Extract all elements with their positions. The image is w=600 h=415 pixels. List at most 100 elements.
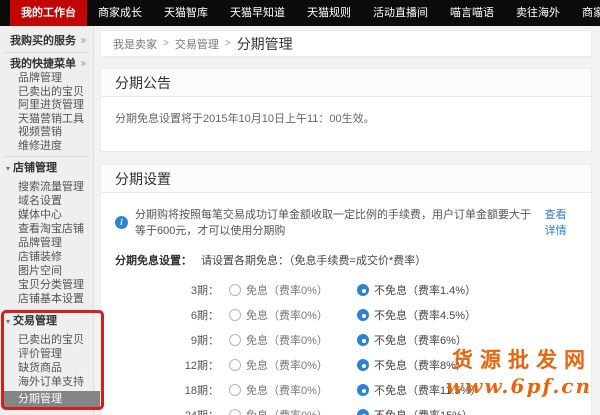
divider — [4, 52, 89, 53]
radio-label: 不免息（费率15%） — [374, 407, 473, 415]
nav-item-sell-overseas[interactable]: 卖往海外 — [505, 0, 571, 26]
paid-option[interactable]: 不免息（费率8%） — [357, 357, 467, 373]
breadcrumb-separator: > — [225, 38, 231, 49]
sidebar-item-tmall-marketing[interactable]: 天猫营销工具 — [0, 113, 93, 127]
sidebar-item-brand-mgmt-2[interactable]: 品牌管理 — [0, 236, 93, 250]
sidebar-item-brand-mgmt[interactable]: 品牌管理 — [0, 72, 93, 86]
chevron-right-icon: » — [80, 56, 86, 72]
sidebar-item-item-category[interactable]: 宝贝分类管理 — [0, 278, 93, 292]
period-label: 3期： — [115, 282, 219, 298]
info-icon: i — [115, 216, 128, 229]
breadcrumb-root[interactable]: 我是卖家 — [113, 36, 157, 52]
announcement-body: 分期免息设置将于2015年10月10日上午11：00生效。 — [115, 113, 375, 125]
radio-unchecked-icon[interactable] — [229, 284, 241, 296]
sidebar-item-installment-mgmt[interactable]: 分期管理 — [3, 391, 100, 407]
installment-setting-label: 分期免息设置： — [115, 255, 192, 267]
nav-item-tmall-rules[interactable]: 天猫规则 — [296, 0, 362, 26]
sidebar-section-label: 店铺管理 — [13, 162, 57, 174]
radio-checked-icon[interactable] — [357, 384, 369, 396]
period-label: 6期： — [115, 307, 219, 323]
sidebar-item-sold-items-2[interactable]: 已卖出的宝贝 — [0, 333, 93, 347]
installment-setting-hint: 请设置各期免息：（免息手续费=成交价*费率） — [201, 255, 426, 267]
sidebar-item-video-marketing[interactable]: 视频营销 — [0, 126, 93, 140]
radio-label: 免息（费率0%） — [246, 407, 328, 415]
radio-unchecked-icon[interactable] — [229, 359, 241, 371]
sidebar-item-ali-purchase[interactable]: 阿里进货管理 — [0, 99, 93, 113]
divider — [4, 309, 89, 310]
nav-item-live-room[interactable]: 活动直播间 — [362, 0, 439, 26]
radio-label: 不免息（费率11.5%） — [374, 382, 481, 398]
sidebar-section-label: 交易管理 — [13, 315, 57, 327]
divider — [4, 156, 89, 157]
free-option[interactable]: 免息（费率0%） — [229, 282, 347, 298]
radio-unchecked-icon[interactable] — [229, 409, 241, 415]
view-details-link[interactable]: 查看详情 — [545, 206, 577, 238]
radio-unchecked-icon[interactable] — [229, 309, 241, 321]
paid-option[interactable]: 不免息（费率4.5%） — [357, 307, 476, 323]
paid-option[interactable]: 不免息（费率15%） — [357, 407, 473, 415]
period-label: 24期： — [115, 407, 219, 415]
sidebar: 我购买的服务 » 我的快捷菜单 » 品牌管理 已卖出的宝贝 阿里进货管理 天猫营… — [0, 26, 94, 415]
form-label-row: 分期免息设置： 请设置各期免息：（免息手续费=成交价*费率） — [115, 252, 577, 268]
installment-row-3: 3期： 免息（费率0%） 不免息（费率1.4%） — [115, 277, 577, 302]
radio-checked-icon[interactable] — [357, 359, 369, 371]
radio-unchecked-icon[interactable] — [229, 334, 241, 346]
sidebar-item-shop-decoration[interactable]: 店铺装修 — [0, 250, 93, 264]
sidebar-item-shop-basic-settings[interactable]: 店铺基本设置 — [0, 292, 93, 306]
sidebar-section-shop-mgmt[interactable]: ▾店铺管理 — [0, 160, 93, 176]
radio-unchecked-icon[interactable] — [229, 384, 241, 396]
paid-option[interactable]: 不免息（费率1.4%） — [357, 282, 476, 298]
nav-item-tmall-thinktank[interactable]: 天猫智库 — [153, 0, 219, 26]
settings-title: 分期设置 — [101, 165, 591, 193]
announcement-title: 分期公告 — [101, 69, 591, 97]
radio-label: 不免息（费率1.4%） — [374, 282, 476, 298]
paid-option[interactable]: 不免息（费率11.5%） — [357, 382, 481, 398]
radio-checked-icon[interactable] — [357, 409, 369, 415]
breadcrumb: 我是卖家 > 交易管理 > 分期管理 — [100, 30, 592, 57]
free-option[interactable]: 免息（费率0%） — [229, 407, 347, 415]
radio-label: 免息（费率0%） — [246, 332, 328, 348]
sidebar-item-media-center[interactable]: 媒体中心 — [0, 208, 93, 222]
sidebar-item-overseas-orders[interactable]: 海外订单支持 — [0, 375, 93, 389]
sidebar-item-out-of-stock[interactable]: 缺货商品 — [0, 361, 93, 375]
free-option[interactable]: 免息（费率0%） — [229, 332, 347, 348]
installment-row-6: 6期： 免息（费率0%） 不免息（费率4.5%） — [115, 302, 577, 327]
radio-label: 免息（费率0%） — [246, 357, 328, 373]
chevron-right-icon: » — [80, 33, 86, 49]
radio-label: 免息（费率0%） — [246, 282, 328, 298]
nav-item-tmall-early-news[interactable]: 天猫早知道 — [219, 0, 296, 26]
sidebar-item-search-traffic[interactable]: 搜索流量管理 — [0, 180, 93, 194]
sidebar-item-purchased-services[interactable]: 我购买的服务 » — [0, 33, 93, 49]
installment-row-24: 24期： 免息（费率0%） 不免息（费率15%） — [115, 402, 577, 415]
installment-row-18: 18期： 免息（费率0%） 不免息（费率11.5%） — [115, 377, 577, 402]
paid-option[interactable]: 不免息（费率6%） — [357, 332, 467, 348]
sidebar-item-sold-items[interactable]: 已卖出的宝贝 — [0, 86, 93, 100]
free-option[interactable]: 免息（费率0%） — [229, 382, 347, 398]
breadcrumb-parent[interactable]: 交易管理 — [175, 36, 219, 52]
caret-down-icon: ▾ — [6, 164, 10, 173]
free-option[interactable]: 免息（费率0%） — [229, 357, 347, 373]
top-navigation: 我的工作台 商家成长 天猫智库 天猫早知道 天猫规则 活动直播间 喵言喵语 卖往… — [0, 0, 600, 26]
radio-checked-icon[interactable] — [357, 309, 369, 321]
nav-item-workbench[interactable]: 我的工作台 — [10, 0, 87, 26]
radio-checked-icon[interactable] — [357, 334, 369, 346]
sidebar-section-trade-mgmt[interactable]: ▾交易管理 — [0, 313, 93, 329]
sidebar-item-view-taobao-shop[interactable]: 查看淘宝店铺 — [0, 222, 93, 236]
breadcrumb-separator: > — [163, 38, 169, 49]
sidebar-header-label: 我的快捷菜单 — [10, 56, 76, 72]
info-banner: i 分期购将按照每笔交易成功订单金额收取一定比例的手续费，用户订单金额要大于等于… — [115, 206, 577, 238]
sidebar-header-label: 我购买的服务 — [10, 33, 76, 49]
nav-item-merchant-growth[interactable]: 商家成长 — [87, 0, 153, 26]
nav-label: 商家支持 — [582, 7, 600, 19]
free-option[interactable]: 免息（费率0%） — [229, 307, 347, 323]
sidebar-item-quick-menu[interactable]: 我的快捷菜单 » — [0, 56, 93, 72]
sidebar-item-repair-progress[interactable]: 维修进度 — [0, 140, 93, 154]
announcement-panel: 分期公告 分期免息设置将于2015年10月10日上午11：00生效。 — [100, 68, 592, 152]
period-label: 9期： — [115, 332, 219, 348]
sidebar-item-image-space[interactable]: 图片空间 — [0, 264, 93, 278]
nav-item-merchant-support[interactable]: 商家支持▾ — [571, 0, 600, 26]
sidebar-item-domain-settings[interactable]: 域名设置 — [0, 194, 93, 208]
radio-checked-icon[interactable] — [357, 284, 369, 296]
sidebar-item-review-mgmt[interactable]: 评价管理 — [0, 347, 93, 361]
nav-item-miao-talk[interactable]: 喵言喵语 — [439, 0, 505, 26]
